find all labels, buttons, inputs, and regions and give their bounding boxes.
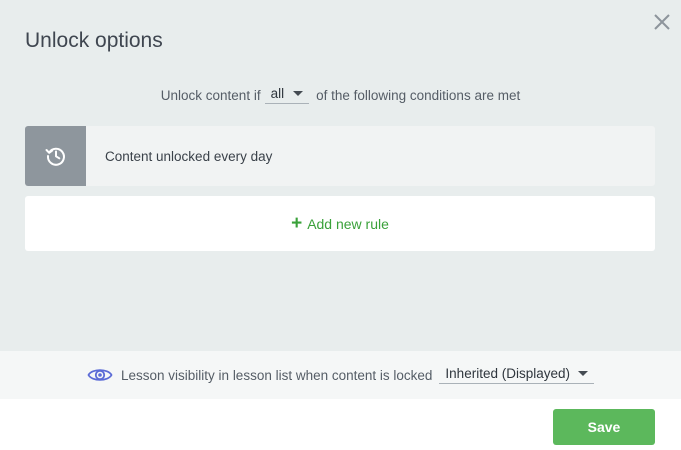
dialog-title: Unlock options <box>25 29 163 52</box>
condition-mode-select[interactable]: all <box>264 86 310 104</box>
rule-icon-container <box>25 126 86 186</box>
plus-icon: + <box>291 213 303 234</box>
chevron-down-icon <box>293 91 304 96</box>
condition-suffix: of the following conditions are met <box>316 87 521 103</box>
save-button[interactable]: Save <box>553 409 655 445</box>
add-new-rule-label: Add new rule <box>307 215 389 232</box>
close-icon <box>654 14 670 30</box>
visibility-label: Lesson visibility in lesson list when co… <box>121 367 433 383</box>
rule-item[interactable]: Content unlocked every day <box>25 126 655 186</box>
add-new-rule-button[interactable]: + Add new rule <box>25 196 655 251</box>
rule-label: Content unlocked every day <box>105 148 273 164</box>
history-icon <box>45 147 65 166</box>
visibility-select[interactable]: Inherited (Displayed) <box>439 366 594 384</box>
condition-prefix: Unlock content if <box>160 87 261 103</box>
visibility-value: Inherited (Displayed) <box>445 366 570 381</box>
eye-icon <box>87 366 113 384</box>
lesson-visibility-bar: Lesson visibility in lesson list when co… <box>0 351 681 399</box>
unlock-condition-line: Unlock content if all of the following c… <box>0 84 681 106</box>
chevron-down-icon <box>577 371 588 376</box>
condition-mode-value: all <box>270 86 285 101</box>
close-button[interactable] <box>651 11 673 33</box>
